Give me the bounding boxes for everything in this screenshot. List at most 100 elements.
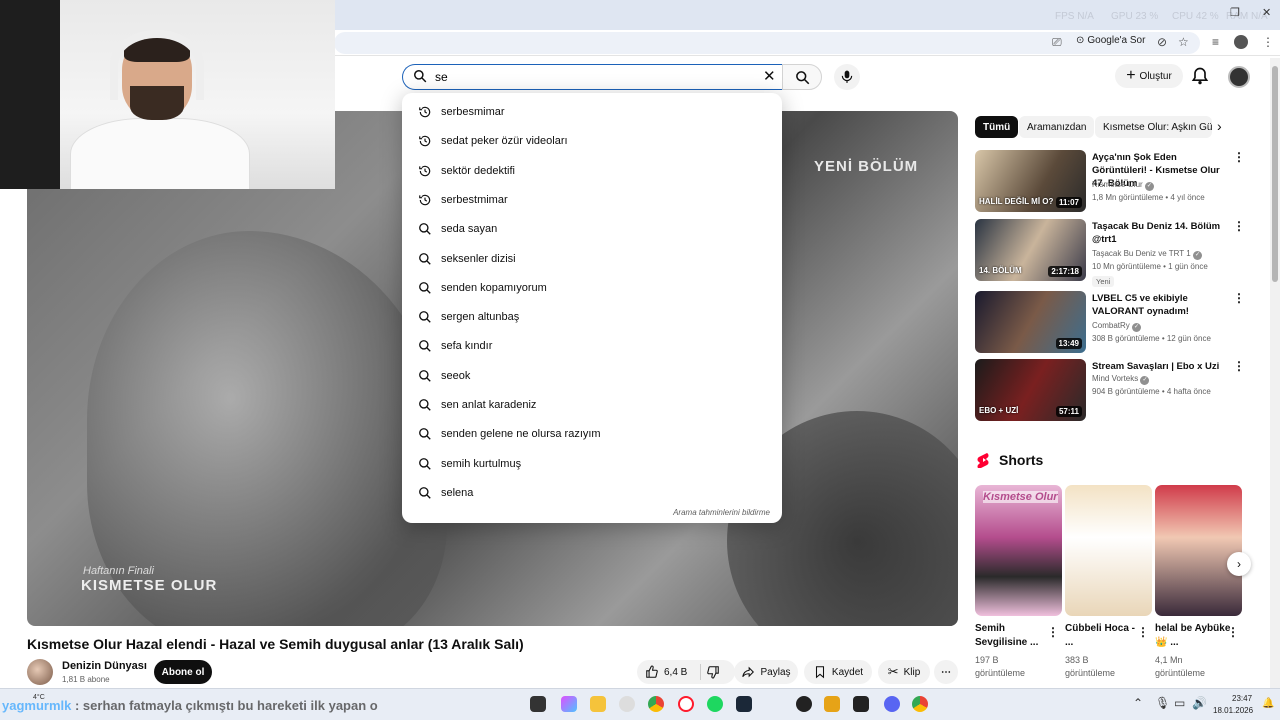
more-vert-icon[interactable]: ⋮ [1047, 625, 1059, 639]
filter-chip[interactable]: Kısmetse Olur: Aşkın Gü [1095, 116, 1212, 138]
search-box[interactable]: ✕ [402, 64, 782, 90]
more-vert-icon[interactable]: ⋮ [1227, 625, 1239, 639]
video-title[interactable]: Stream Savaşları | Ebo x Uzi [1092, 360, 1227, 373]
create-button[interactable]: + Oluştur [1115, 64, 1183, 88]
omnibox[interactable] [334, 32, 1200, 54]
clear-search-icon[interactable]: ✕ [763, 69, 776, 85]
browser-menu-icon[interactable]: ⋮ [1262, 35, 1274, 49]
suggestion-item[interactable]: seeok [402, 362, 782, 391]
channel-name[interactable]: Kısmetse Olur ✓ [1092, 180, 1154, 191]
more-vert-icon[interactable]: ⋮ [1233, 291, 1245, 305]
network-tray-icon[interactable]: ▭ [1174, 696, 1185, 710]
chrome-active-icon[interactable] [912, 696, 928, 712]
video-thumbnail[interactable]: 13:49 [975, 291, 1086, 353]
filter-chip[interactable]: Aramanızdan [1019, 116, 1095, 138]
suggestion-item[interactable]: seksenler dizisi [402, 245, 782, 274]
chrome-icon[interactable] [648, 696, 664, 712]
clock-time[interactable]: 23:47 [1232, 694, 1252, 703]
spotify-icon[interactable] [707, 696, 723, 712]
ask-google-button[interactable]: ⊙ Google'a Sor [1076, 35, 1145, 46]
history-icon [419, 136, 431, 147]
notifications-bell-icon[interactable] [1190, 66, 1210, 86]
microphone-icon [841, 70, 853, 83]
app-r-icon[interactable] [824, 696, 840, 712]
more-vert-icon[interactable]: ⋮ [1233, 219, 1245, 233]
copilot-icon[interactable] [561, 696, 577, 712]
video-thumbnail[interactable]: HALİL DEĞİL Mİ O? 11:07 [975, 150, 1086, 212]
tray-overflow-icon[interactable]: ⌃ [1133, 696, 1143, 710]
profile-icon[interactable] [1234, 35, 1248, 49]
volume-tray-icon[interactable]: 🔊 [1192, 696, 1207, 710]
clock-date[interactable]: 18.01.2026 [1213, 706, 1253, 715]
channel-name[interactable]: CombatRy ✓ [1092, 321, 1142, 332]
suggestion-item[interactable]: sen anlat karadeniz [402, 391, 782, 420]
notification-center-icon[interactable]: 🔔 [1262, 698, 1274, 709]
like-icon[interactable] [645, 665, 659, 679]
opera-icon[interactable] [678, 696, 694, 712]
suggestion-item[interactable]: serbestmimar [402, 186, 782, 215]
recommended-video[interactable]: EBO + UZİ 57:11 Stream Savaşları | Ebo x U… [975, 359, 1245, 423]
restore-window-icon[interactable]: ❐ [1230, 6, 1240, 19]
short-title[interactable]: Cübbeli Hoca - ... [1065, 622, 1145, 650]
chat-message: : serhan fatmayla çıkmıştı bu hareketi i… [71, 698, 378, 713]
video-thumbnail[interactable]: 14. BÖLÜM 2:17:18 [975, 219, 1086, 281]
suggestion-item[interactable]: seda sayan [402, 215, 782, 244]
video-title[interactable]: LVBEL C5 ve ekibiyle VALORANT oynadım! [1092, 292, 1227, 318]
more-vert-icon[interactable]: ⋮ [1233, 359, 1245, 373]
dislike-icon[interactable] [706, 665, 720, 679]
channel-avatar[interactable] [27, 659, 53, 685]
file-explorer-icon[interactable] [590, 696, 606, 712]
short-thumbnail[interactable] [1155, 485, 1242, 616]
settings-icon[interactable] [619, 696, 635, 712]
search-input[interactable] [435, 69, 755, 85]
capcut-icon[interactable] [853, 696, 869, 712]
eye-off-icon[interactable]: ⊘ [1157, 35, 1167, 49]
more-actions-button[interactable]: ⋯ [934, 660, 958, 684]
cast-icon[interactable]: ⎚ [1052, 35, 1062, 50]
suggestion-item[interactable]: senden kopamıyorum [402, 274, 782, 303]
obs-icon[interactable] [796, 696, 812, 712]
save-button[interactable]: Kaydet [804, 660, 872, 684]
channel-name[interactable]: Denizin Dünyası [62, 660, 147, 672]
bookmark-star-icon[interactable]: ☆ [1178, 35, 1189, 49]
video-title[interactable]: Taşacak Bu Deniz 14. Bölüm @trt1 [1092, 220, 1227, 246]
more-vert-icon[interactable]: ⋮ [1233, 150, 1245, 164]
suggestion-item[interactable]: senden gelene ne olursa razıyım [402, 420, 782, 449]
suggestion-item[interactable]: sefa kındır [402, 332, 782, 361]
clip-button[interactable]: ✂ Klip [878, 660, 930, 684]
steam-icon[interactable] [736, 696, 752, 712]
taskbar-app-icon[interactable] [530, 696, 546, 712]
video-thumbnail[interactable]: EBO + UZİ 57:11 [975, 359, 1086, 421]
voice-search-button[interactable] [834, 64, 860, 90]
subscribe-button[interactable]: Abone ol [154, 660, 212, 684]
shorts-next-button[interactable]: › [1227, 552, 1251, 576]
close-window-icon[interactable]: ✕ [1262, 6, 1271, 19]
short-title[interactable]: helal be Aybüke 👑 ... [1155, 622, 1235, 650]
share-button[interactable]: Paylaş [734, 660, 798, 684]
search-icon [419, 428, 431, 441]
microphone-tray-icon[interactable]: 🎙 [1155, 696, 1170, 710]
filter-chip[interactable]: Tümü [975, 116, 1019, 138]
scrollbar-thumb[interactable] [1272, 66, 1278, 282]
account-avatar[interactable] [1228, 66, 1250, 88]
channel-name[interactable]: Taşacak Bu Deniz ve TRT 1 ✓ [1092, 249, 1202, 260]
chevron-right-icon[interactable]: › [1217, 118, 1222, 134]
suggestion-item[interactable]: selena [402, 479, 782, 508]
more-vert-icon[interactable]: ⋮ [1137, 625, 1149, 639]
media-list-icon[interactable]: ≡ [1212, 35, 1219, 49]
discord-icon[interactable] [884, 696, 900, 712]
short-thumbnail[interactable]: Kısmetse Olur [975, 485, 1062, 616]
suggestion-item[interactable]: sergen altunbaş [402, 303, 782, 332]
short-thumbnail[interactable] [1065, 485, 1152, 616]
short-title[interactable]: Semih Sevgilisine ... [975, 622, 1055, 650]
recommended-video[interactable]: HALİL DEĞİL Mİ O? 11:07 Ayça'nın Şok Eden … [975, 150, 1245, 214]
suggestion-item[interactable]: sedat peker özür videoları [402, 127, 782, 156]
channel-name[interactable]: Mind Vorteks ✓ [1092, 374, 1150, 385]
search-button[interactable] [782, 64, 822, 90]
suggestion-item[interactable]: semih kurtulmuş [402, 450, 782, 479]
suggestion-item[interactable]: sektör dedektifi [402, 157, 782, 186]
suggestion-item[interactable]: serbesmimar [402, 98, 782, 127]
recommended-video[interactable]: 13:49 LVBEL C5 ve ekibiyle VALORANT oynad… [975, 291, 1245, 355]
recommended-video[interactable]: 14. BÖLÜM 2:17:18 Taşacak Bu Deniz 14. Böl… [975, 219, 1245, 287]
report-predictions-link[interactable]: Arama tahminlerini bildirme [673, 508, 770, 517]
